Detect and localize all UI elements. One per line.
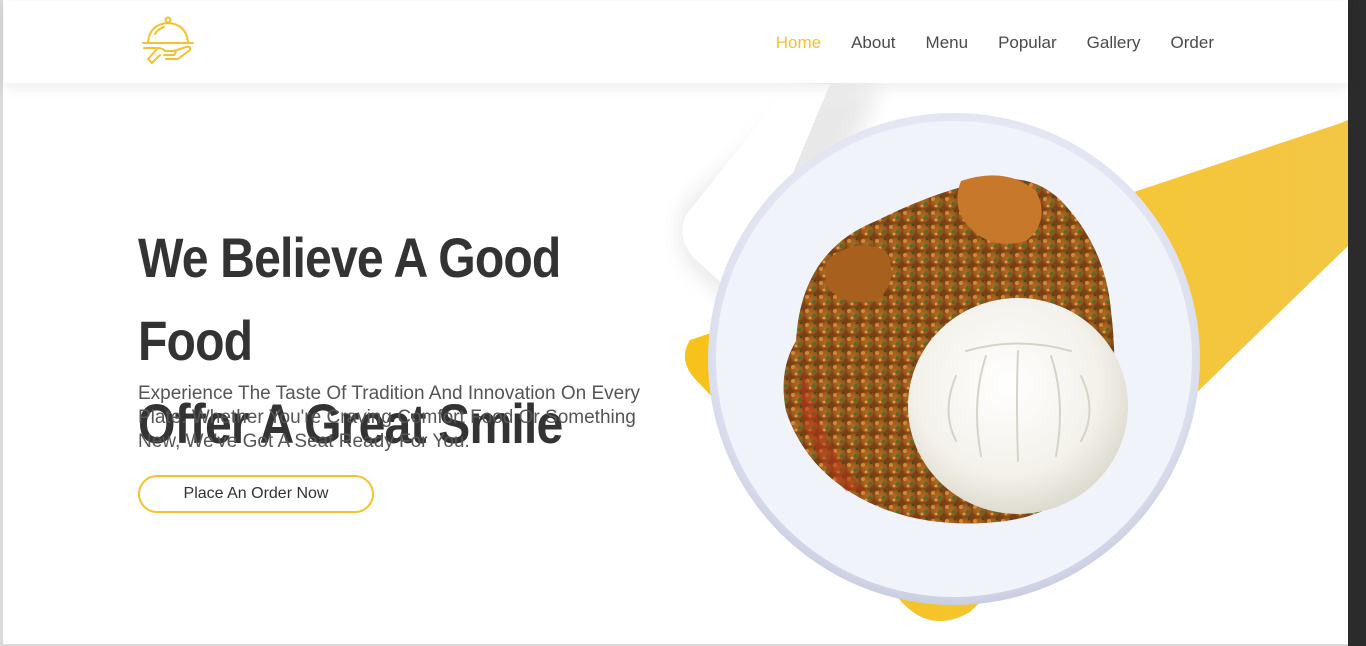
nav-about-link[interactable]: About: [851, 33, 895, 53]
page: Home About Menu Popular Gallery Order We…: [0, 0, 1366, 646]
food-bowl-image: [708, 113, 1200, 605]
site-header: Home About Menu Popular Gallery Order: [4, 1, 1348, 83]
nav-menu-link[interactable]: Menu: [926, 33, 969, 53]
nav-home-link[interactable]: Home: [776, 33, 821, 53]
nav-popular-link[interactable]: Popular: [998, 33, 1057, 53]
page-right-edge: [1348, 0, 1366, 646]
place-order-button[interactable]: Place An Order Now: [138, 475, 374, 513]
hero-title-line-1: We Believe A Good Food: [138, 226, 561, 372]
cloche-serving-icon[interactable]: [138, 15, 196, 69]
main-nav: Home About Menu Popular Gallery Order: [776, 33, 1214, 53]
nav-order-link[interactable]: Order: [1171, 33, 1214, 53]
nav-gallery-link[interactable]: Gallery: [1087, 33, 1141, 53]
hero-description: Experience The Taste Of Tradition And In…: [138, 383, 641, 452]
